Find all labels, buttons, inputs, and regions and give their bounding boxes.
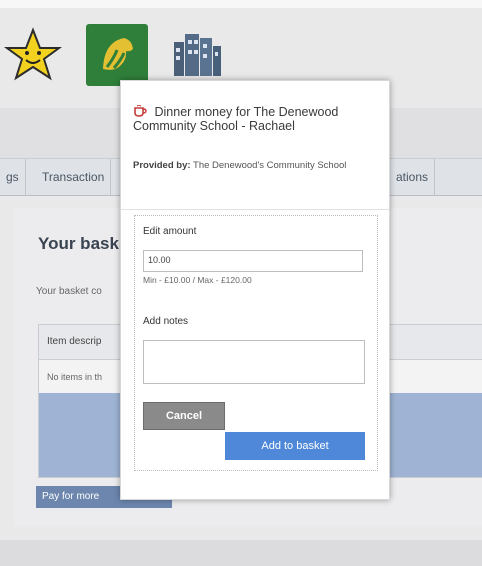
lion-logo-icon[interactable]: [86, 24, 148, 86]
notes-textarea[interactable]: [143, 340, 365, 384]
divider: [121, 209, 389, 210]
tab-partial-right[interactable]: ations: [390, 159, 436, 195]
amount-input[interactable]: 10.00: [143, 250, 363, 272]
tab-transactions[interactable]: Transaction: [36, 159, 112, 195]
footer-band: [0, 540, 482, 566]
modal-dialog: Dinner money for The Denewood Community …: [120, 80, 390, 500]
amount-min-max: Min - £10.00 / Max - £120.00: [143, 275, 252, 285]
edit-form: Edit amount 10.00 Min - £10.00 / Max - £…: [134, 215, 378, 471]
tab-partial-left[interactable]: gs: [0, 159, 26, 195]
add-to-basket-button[interactable]: Add to basket: [225, 432, 365, 460]
edit-amount-label: Edit amount: [143, 226, 197, 237]
modal-title-text: Dinner money for The Denewood Community …: [133, 105, 339, 133]
provider-value: The Denewood's Community School: [193, 160, 347, 171]
cup-icon: [133, 104, 147, 117]
add-notes-label: Add notes: [143, 316, 189, 327]
basket-title: Your bask: [38, 234, 119, 253]
modal-title: Dinner money for The Denewood Community …: [133, 104, 381, 133]
provider-label: Provided by:: [133, 160, 191, 171]
building-icon[interactable]: [166, 24, 228, 86]
provider-info: Provided by: The Denewood's Community Sc…: [133, 159, 379, 172]
star-icon[interactable]: [2, 24, 64, 86]
cancel-button[interactable]: Cancel: [143, 402, 225, 430]
basket-description: Your basket co: [36, 286, 102, 297]
